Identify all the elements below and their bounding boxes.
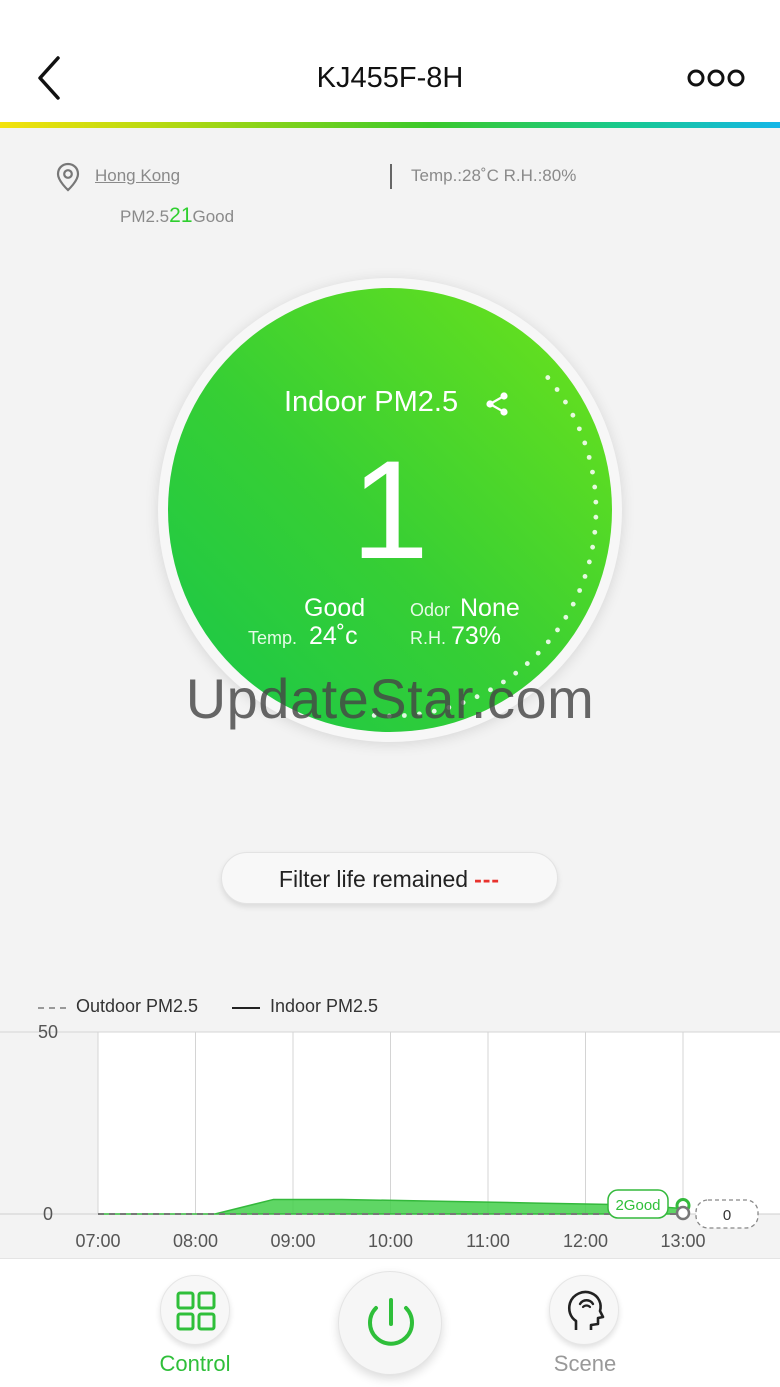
indoor-pm-value: 1 [351, 431, 429, 588]
progress-dot [535, 650, 541, 656]
progress-dot [555, 627, 560, 633]
outdoor-end-marker [675, 1205, 691, 1221]
progress-dot [590, 469, 595, 475]
progress-dot [554, 387, 560, 392]
indoor-pm-label: Indoor PM2.5 [284, 386, 459, 418]
legend-outdoor-swatch [38, 1007, 66, 1009]
location-pin-icon [56, 162, 80, 192]
progress-dot [576, 426, 582, 432]
filter-life-label: Filter life remained [278, 866, 469, 892]
progress-dot [592, 484, 598, 490]
x-tick-label: 09:00 [270, 1231, 315, 1251]
progress-dot [593, 499, 599, 505]
progress-dot [577, 588, 583, 593]
watermark: UpdateStar.com [185, 667, 595, 730]
y-tick-label: 50 [38, 1022, 58, 1042]
scene-tab-button[interactable] [549, 1275, 619, 1345]
outdoor-pm-value: 21 [169, 204, 193, 227]
progress-dot [563, 399, 568, 405]
progress-dot [586, 454, 592, 460]
progress-dot [570, 412, 576, 418]
progress-dot [593, 514, 599, 520]
page-title: KJ455F-8H [316, 62, 464, 94]
power-button[interactable] [338, 1271, 442, 1375]
progress-dot [582, 440, 588, 446]
share-icon[interactable] [484, 391, 510, 417]
location-city-link[interactable]: Hong Kong [95, 166, 180, 186]
x-tick-label: 08:00 [173, 1231, 218, 1251]
progress-dot [582, 573, 588, 579]
x-tick-label: 07:00 [75, 1231, 120, 1251]
progress-dot [586, 559, 592, 565]
control-tab-label[interactable]: Control [135, 1351, 255, 1377]
progress-dot [545, 639, 551, 645]
odor-value: None [460, 594, 520, 622]
y-tick-label: 0 [43, 1204, 53, 1224]
odor-label: Odor [410, 600, 451, 620]
pm-chart[interactable]: 50 0 07:00 08:00 09:00 10:00 11:00 12:00 13:002G… [0, 1020, 780, 1258]
x-tick-label: 13:00 [660, 1231, 705, 1251]
header: KJ455F-8H [0, 0, 780, 122]
power-icon [368, 1298, 414, 1346]
legend-outdoor: Outdoor PM2.5 [76, 996, 199, 1016]
x-tick-label: 11:00 [466, 1231, 510, 1251]
x-tick-label: 10:00 [368, 1231, 413, 1251]
progress-dot [563, 614, 569, 620]
indoor-tooltip-text: 2Good [615, 1197, 660, 1214]
outdoor-pm25: PM2.521Good [120, 204, 234, 228]
control-tab-button[interactable] [160, 1275, 230, 1345]
progress-dot [570, 601, 576, 607]
filter-life-button[interactable]: Filter life remained --- [221, 852, 558, 904]
outdoor-weather: Temp.:28˚C R.H.:80% [411, 166, 577, 185]
plot-area [98, 1032, 780, 1214]
scene-tab-label[interactable]: Scene [525, 1351, 645, 1377]
indoor-temp-label: Temp. [248, 628, 298, 648]
indoor-temp-value: 24˚c [309, 622, 358, 650]
grid-icon [176, 1291, 216, 1331]
head-icon [567, 1290, 605, 1330]
legend-indoor-swatch [232, 1007, 260, 1009]
indoor-rh-value: 73% [451, 622, 502, 650]
indoor-rh-label: R.H. [410, 628, 446, 648]
indoor-quality: Good [304, 594, 366, 622]
x-tick-label: 12:00 [563, 1231, 608, 1251]
outdoor-tooltip-text: 0 [723, 1207, 731, 1224]
legend-indoor: Indoor PM2.5 [270, 996, 379, 1016]
bottom-tab-bar: Control Scene [0, 1258, 780, 1387]
location-divider [390, 164, 392, 189]
outdoor-pm-quality: Good [192, 207, 235, 226]
filter-life-value: --- [474, 866, 501, 892]
progress-dot [590, 544, 596, 550]
outdoor-pm-label: PM2.5 [120, 207, 170, 226]
more-dots-icon[interactable] [686, 66, 746, 90]
progress-dot [545, 375, 551, 380]
progress-dot [592, 529, 598, 535]
